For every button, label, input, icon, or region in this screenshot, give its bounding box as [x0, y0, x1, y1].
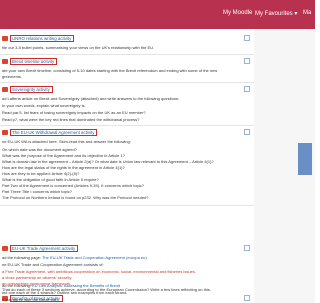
list-item-text: a Free Trade Agreement, with ambitious c…: [2, 269, 196, 274]
activity-trade-agreement[interactable]: EU-UK Trade Agreement activity: [2, 244, 79, 252]
activity-withdrawal-agreement[interactable]: The EU-UK Withdrawal Agreement activity: [2, 128, 98, 136]
instruction-text: ad the following page:: [2, 255, 42, 260]
activity-description: ate your own Brexit timeline, consisting…: [2, 68, 218, 73]
divider: [0, 54, 254, 55]
list-item: a close partnership on citizens' securit…: [2, 275, 71, 280]
question-item: On which date was the document agreed?: [2, 147, 77, 152]
completion-checkbox[interactable]: [244, 129, 250, 135]
assignment-icon: [2, 86, 8, 92]
question-item: What was the purpose of the Agreement an…: [2, 153, 125, 158]
divider: [0, 205, 254, 206]
activity-description: ad the following page: The EU-UK Trade a…: [2, 255, 147, 260]
activity-title[interactable]: Sovereignty activity: [10, 85, 53, 93]
question-item: How are the legal status of the rights i…: [2, 165, 125, 170]
activity-description: file our 3-5 bullet points, summarising …: [2, 45, 155, 50]
activity-description: ad Lafferts article on Brexit and Sovere…: [2, 96, 180, 101]
benefits-link[interactable]: EU Law Analysis: Assessing the Benefits …: [32, 283, 120, 288]
nav-my-favourites[interactable]: My Favourites ▾: [255, 10, 297, 17]
assignment-icon: [2, 35, 8, 41]
completion-checkbox[interactable]: [244, 35, 250, 41]
question-item: Read par.5. list fears of losing soverei…: [2, 110, 146, 115]
activity-sovereignty[interactable]: Sovereignty activity: [2, 85, 53, 93]
completion-checkbox[interactable]: [244, 86, 250, 92]
activity-description: greements.: [2, 74, 23, 79]
list-item: a Free Trade Agreement, with ambitious c…: [2, 269, 196, 274]
activity-title[interactable]: The EU-UK Withdrawal Agreement activity: [10, 128, 98, 136]
activity-description: ad the following: EU Law Analysis: Asses…: [2, 283, 120, 288]
list-item-text: a close partnership on citizens' securit…: [2, 275, 72, 280]
question-item: Part Three Title I concerns which topic?: [2, 189, 72, 194]
divider: [0, 125, 254, 126]
nav-more[interactable]: Ma: [303, 10, 311, 16]
question-item: What is domain law in the agreement – Ar…: [2, 159, 214, 164]
right-sidebar: [254, 29, 315, 303]
assignment-icon: [2, 245, 8, 251]
drawer-toggle-tab[interactable]: [298, 143, 312, 175]
assignment-icon: [2, 58, 8, 64]
assignment-icon: [2, 129, 8, 135]
course-content: UNRO relations writing activity file our…: [0, 29, 254, 303]
question-item: What is the obligation of good faith in …: [2, 177, 99, 182]
question-item: In your own words, explain what sovereig…: [2, 103, 86, 108]
question-item: ind one each of the 4 strands? Outline t…: [2, 290, 128, 295]
top-navigation-bar: My Moodle My Favourites ▾ Ma: [0, 0, 315, 29]
completion-checkbox[interactable]: [244, 295, 250, 301]
activity-unro-relations[interactable]: UNRO relations writing activity: [2, 34, 75, 42]
activity-brexit-timeline[interactable]: Brexit timeline activity: [2, 57, 58, 65]
divider: [0, 82, 254, 83]
nav-my-moodle[interactable]: My Moodle: [223, 10, 252, 16]
activity-description: ne EU-UK Trade and Cooperation Agreement…: [2, 262, 104, 267]
completion-checkbox[interactable]: [244, 245, 250, 251]
trade-agreement-link[interactable]: The EU-UK Trade and Cooperation Agreemen…: [42, 255, 147, 260]
completion-checkbox[interactable]: [244, 58, 250, 64]
question-item: The Protocol on Northern Ireland is foun…: [2, 195, 149, 200]
activity-description: ne EU-UK WA is attached here. Skim-read …: [2, 139, 131, 144]
question-item: Read p7, what were the key red lines tha…: [2, 117, 140, 122]
activity-title[interactable]: Brexit timeline activity: [10, 57, 58, 65]
question-item: Part Two of the Agreement is concerned (…: [2, 183, 144, 188]
instruction-text: ad the following:: [2, 283, 33, 288]
question-item: o you agree with the Brexit out?: [2, 297, 59, 302]
question-item: How are they to be applied: Article 4(2)…: [2, 171, 80, 176]
activity-title[interactable]: EU-UK Trade Agreement activity: [10, 244, 79, 252]
activity-title[interactable]: UNRO relations writing activity: [10, 34, 75, 42]
